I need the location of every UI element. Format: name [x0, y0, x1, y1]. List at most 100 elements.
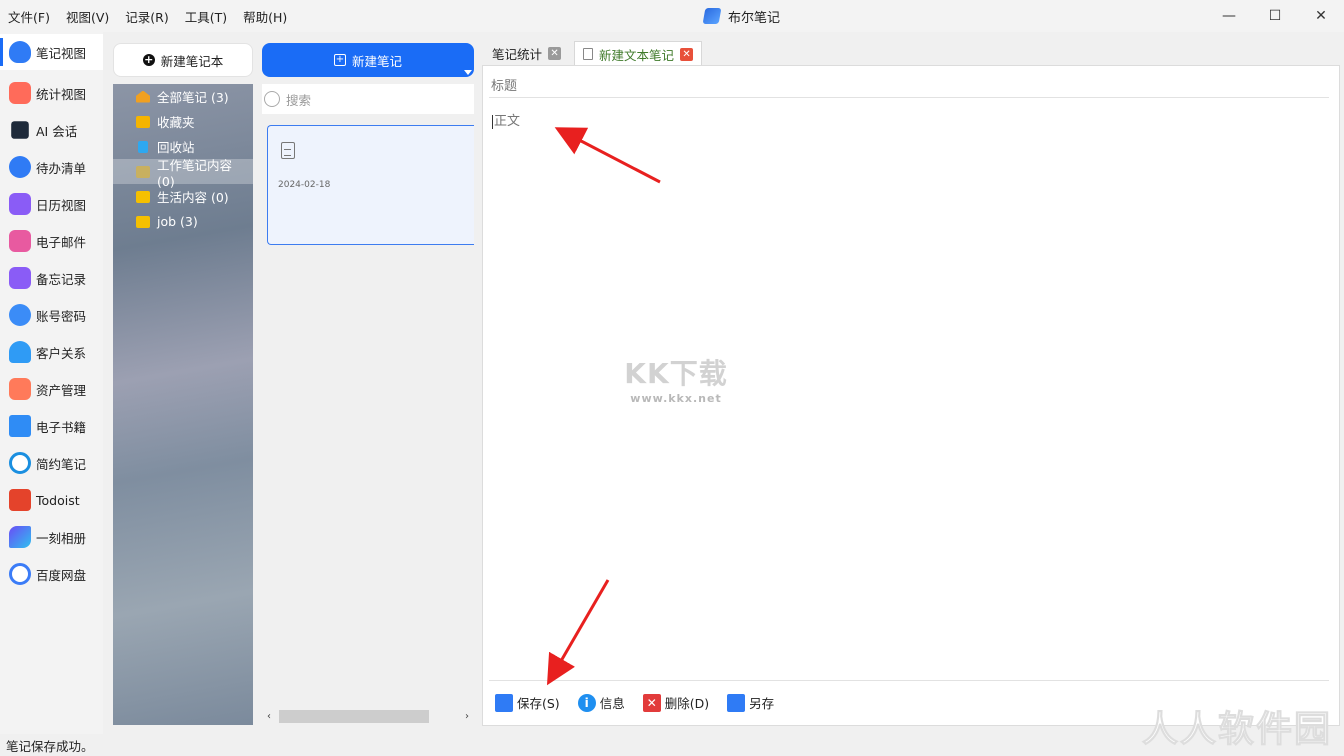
todo-icon	[9, 156, 31, 178]
minimize-button[interactable]: —	[1206, 0, 1252, 32]
calendar-icon	[9, 193, 31, 215]
nav-item-notes[interactable]: 笔记视图	[0, 34, 103, 70]
close-button[interactable]: ✕	[1298, 0, 1344, 32]
notebook-label: 回收站	[157, 140, 195, 155]
delete-button[interactable]: ✕ 删除(D)	[642, 693, 709, 712]
search-box[interactable]: 搜索	[262, 84, 474, 114]
menu-record[interactable]: 记录(R)	[125, 7, 168, 26]
menu-file[interactable]: 文件(F)	[8, 7, 50, 26]
folder-icon	[136, 165, 150, 178]
tab-note-stats[interactable]: 笔记统计 ✕	[484, 41, 570, 66]
notebook-label: 全部笔记 (3)	[157, 90, 229, 105]
search-input[interactable]: 搜索	[286, 90, 311, 109]
editor-actions: 保存(S) i 信息 ✕ 删除(D) 另存	[489, 680, 1329, 724]
nav-item-label: 待办清单	[36, 160, 87, 176]
close-tab-icon[interactable]: ✕	[548, 47, 562, 60]
info-button[interactable]: i 信息	[577, 693, 625, 712]
save-as-label: 另存	[749, 696, 775, 711]
close-tab-icon[interactable]: ✕	[680, 47, 694, 61]
menu-view[interactable]: 视图(V)	[66, 7, 109, 26]
note-date: 2024-02-18	[278, 180, 331, 190]
new-notebook-button[interactable]: + 新建笔记本	[113, 43, 253, 77]
dropdown-arrow-icon[interactable]	[464, 70, 472, 75]
scroll-right-icon[interactable]: ›	[460, 708, 474, 725]
nav-item-email[interactable]: 电子邮件	[0, 223, 103, 259]
todoist-icon	[9, 489, 31, 511]
text-caret	[492, 114, 493, 129]
info-icon: i	[577, 693, 596, 712]
nav-item-ai[interactable]: AI 会话	[0, 112, 103, 148]
tab-label: 笔记统计	[492, 47, 543, 62]
nav-item-password[interactable]: 账号密码	[0, 297, 103, 333]
save-as-icon	[727, 693, 746, 712]
plus-circle-icon: +	[142, 53, 155, 66]
save-icon	[495, 693, 513, 712]
save-as-button[interactable]: 另存	[727, 693, 774, 712]
body-placeholder: 正文	[494, 114, 521, 129]
save-label: 保存(S)	[517, 696, 560, 711]
new-notebook-label: 新建笔记本	[160, 53, 224, 69]
new-note-label: 新建笔记	[351, 53, 402, 69]
delete-icon: ✕	[642, 693, 661, 712]
album-icon	[9, 526, 31, 548]
folder-icon	[136, 215, 150, 228]
mail-icon	[9, 230, 31, 252]
asset-icon	[9, 378, 31, 400]
nav-item-label: 日历视图	[36, 197, 87, 213]
menu-tools[interactable]: 工具(T)	[185, 7, 227, 26]
app-logo-icon	[702, 8, 722, 24]
home-icon	[136, 90, 150, 103]
nav-item-customer[interactable]: 客户关系	[0, 334, 103, 370]
status-bar: 笔记保存成功。	[0, 734, 1344, 756]
horizontal-scrollbar[interactable]: ‹ ›	[262, 708, 474, 725]
save-button[interactable]: 保存(S)	[495, 693, 560, 712]
new-note-button[interactable]: + 新建笔记	[262, 43, 474, 77]
notebook-label: 收藏夹	[157, 115, 195, 130]
body-field[interactable]: 正文	[489, 106, 1329, 680]
nav-item-memo[interactable]: 备忘记录	[0, 260, 103, 296]
title-field[interactable]: 标题	[489, 72, 1329, 98]
nav-item-todoist[interactable]: Todoist	[0, 482, 103, 518]
chart-icon	[9, 82, 31, 104]
nav-item-label: 备忘记录	[36, 271, 87, 287]
nav-item-label: 一刻相册	[36, 530, 87, 546]
tab-label: 新建文本笔记	[599, 47, 675, 63]
cloud-note-icon	[9, 41, 31, 63]
nav-item-netdisk[interactable]: 百度网盘	[0, 556, 103, 592]
menu-help[interactable]: 帮助(H)	[243, 7, 287, 26]
nav-item-label: 客户关系	[36, 345, 87, 361]
nav-item-label: 电子书籍	[36, 419, 87, 435]
nav-item-album[interactable]: 一刻相册	[0, 519, 103, 555]
scroll-thumb[interactable]	[279, 710, 429, 723]
nav-item-calendar[interactable]: 日历视图	[0, 186, 103, 222]
simple-note-icon	[9, 452, 31, 474]
nav-item-todo[interactable]: 待办清单	[0, 149, 103, 185]
nav-item-asset[interactable]: 资产管理	[0, 371, 103, 407]
app-title: 布尔笔记	[702, 0, 780, 32]
notebook-item-life[interactable]: 生活内容 (0)	[113, 184, 253, 209]
scroll-left-icon[interactable]: ‹	[262, 708, 276, 725]
nav-item-label: 笔记视图	[36, 45, 87, 61]
note-card[interactable]: 2024-02-18	[267, 125, 474, 245]
nav-item-label: AI 会话	[36, 123, 78, 139]
note-editor: 标题 正文 保存(S) i 信息 ✕ 删除(D) 另存	[482, 65, 1340, 726]
maximize-button[interactable]: ☐	[1252, 0, 1298, 32]
notebook-item-job[interactable]: job (3)	[113, 209, 253, 234]
info-label: 信息	[599, 696, 625, 711]
nav-item-ebook[interactable]: 电子书籍	[0, 408, 103, 444]
notebook-item-work[interactable]: 工作笔记内容 (0)	[113, 158, 253, 189]
notebook-item-all[interactable]: 全部笔记 (3)	[113, 84, 253, 109]
nav-item-label: Todoist	[36, 492, 80, 508]
customer-icon	[9, 341, 31, 363]
folder-icon	[136, 190, 150, 203]
tab-bar: 笔记统计 ✕ 新建文本笔记 ✕	[482, 41, 1344, 66]
nav-item-simple-note[interactable]: 简约笔记	[0, 445, 103, 481]
document-icon	[281, 142, 295, 159]
add-square-icon: +	[333, 54, 346, 66]
notebook-item-favorites[interactable]: 收藏夹	[113, 109, 253, 134]
title-bar: 文件(F) 视图(V) 记录(R) 工具(T) 帮助(H) 布尔笔记 — ☐ ✕	[0, 0, 1344, 32]
nav-item-label: 百度网盘	[36, 567, 87, 583]
nav-item-stats[interactable]: 统计视图	[0, 75, 103, 111]
nav-item-label: 统计视图	[36, 86, 87, 102]
tab-new-text-note[interactable]: 新建文本笔记 ✕	[574, 41, 703, 66]
